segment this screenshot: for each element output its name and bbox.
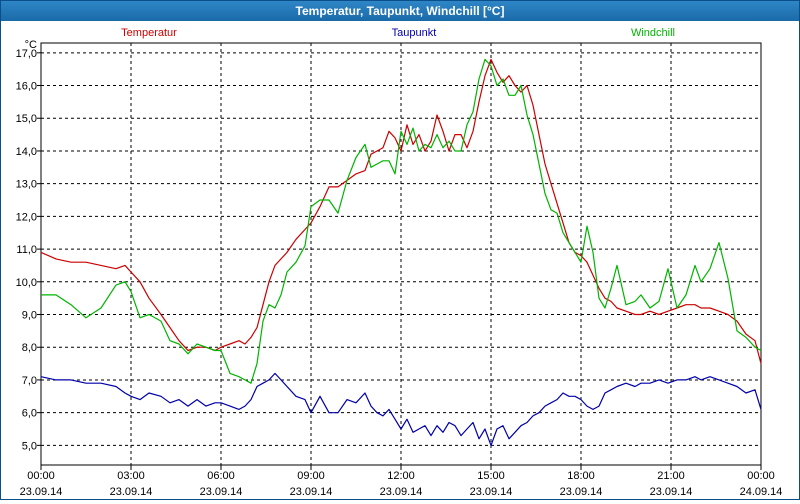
- x-tick-time: 21:00: [657, 470, 685, 482]
- x-tick-time: 00:00: [27, 470, 55, 482]
- y-tick-label: 11,0: [16, 244, 37, 256]
- x-tick-date: 23.09.14: [200, 486, 243, 498]
- x-tick-date: 24.09.14: [740, 486, 783, 498]
- x-tick-date: 23.09.14: [290, 486, 333, 498]
- legend-windchill: Windchill: [631, 27, 675, 39]
- y-tick-label: 6,0: [22, 408, 37, 420]
- y-tick-label: 9,0: [22, 310, 37, 322]
- line-chart: 17,016,015,014,013,012,011,010,09,08,07,…: [16, 27, 783, 498]
- x-tick-time: 18:00: [567, 470, 595, 482]
- y-tick-label: 10,0: [16, 277, 37, 289]
- x-tick-date: 23.09.14: [20, 486, 63, 498]
- y-tick-label: 7,0: [22, 375, 37, 387]
- y-unit-label: °C: [25, 39, 37, 51]
- x-tick-date: 23.09.14: [380, 486, 423, 498]
- legend-temperatur: Temperatur: [121, 27, 177, 39]
- y-tick-label: 12,0: [16, 211, 37, 223]
- x-tick-time: 00:00: [747, 470, 775, 482]
- y-tick-label: 15,0: [16, 113, 37, 125]
- y-tick-label: 16,0: [16, 81, 37, 93]
- x-tick-date: 23.09.14: [650, 486, 693, 498]
- y-tick-label: 13,0: [16, 179, 37, 191]
- y-tick-label: 5,0: [22, 440, 37, 452]
- x-tick-date: 23.09.14: [110, 486, 153, 498]
- x-tick-date: 23.09.14: [560, 486, 603, 498]
- window-title: Temperatur, Taupunkt, Windchill [°C]: [1, 1, 799, 21]
- x-tick-date: 23.09.14: [470, 486, 513, 498]
- y-tick-label: 8,0: [22, 342, 37, 354]
- x-tick-time: 03:00: [117, 470, 145, 482]
- y-tick-label: 14,0: [16, 146, 37, 158]
- chart-area: 17,0 16,0 15,0 14,0 13,0 12,0 11,0 10,0 9,0 8,0 7,…: [1, 21, 799, 499]
- legend-taupunkt: Taupunkt: [392, 27, 437, 39]
- x-tick-time: 06:00: [207, 470, 235, 482]
- x-tick-time: 09:00: [297, 470, 325, 482]
- chart-window: Temperatur, Taupunkt, Windchill [°C] 17,…: [0, 0, 800, 500]
- x-tick-time: 15:00: [477, 470, 505, 482]
- x-tick-time: 12:00: [387, 470, 415, 482]
